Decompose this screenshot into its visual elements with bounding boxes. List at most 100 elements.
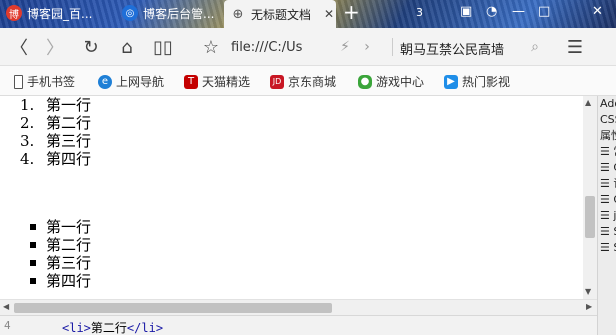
list-item-text: 第三行 <box>46 132 92 150</box>
tag-content: 第二行 <box>90 321 127 335</box>
list-item-text: 第二行 <box>46 114 92 132</box>
back-button[interactable]: 〈 <box>8 36 30 59</box>
devtools-side-panel: Ado CSS 属性 ☰ 常 ☰ C ☰ 语 ☰ G ☰ j ☰ S ☰ S <box>597 96 616 335</box>
close-tab-icon[interactable]: ✕ <box>324 7 334 21</box>
list-item-text: 第二行 <box>46 236 92 254</box>
tab-label: 无标题文档 <box>251 7 312 22</box>
tab-strip: 博 博客园_百... ◎ 博客后台管... ⊕ 无标题文档 ✕ + 3 ▣ ◔ … <box>0 0 616 28</box>
panel-row[interactable]: ☰ 语 <box>598 176 616 192</box>
list-number: 1. <box>20 96 35 114</box>
line-number: 4 <box>4 319 11 332</box>
tab-count: 3 <box>416 6 423 19</box>
jd-icon: JD <box>270 74 284 89</box>
scroll-down-arrow-icon[interactable]: ▼ <box>585 287 591 296</box>
bookmark-jd[interactable]: JD 京东商城 <box>270 73 336 90</box>
chevron-right-icon[interactable]: › <box>356 36 378 58</box>
home-button[interactable]: ⌂ <box>116 36 138 58</box>
divider <box>392 38 393 56</box>
bookmarks-bar: 手机书签 e 上网导航 T 天猫精选 JD 京东商城 ● 游戏中心 ▶ 热门影视 <box>0 66 616 96</box>
list-item-text: 第一行 <box>46 96 92 114</box>
bookmark-games[interactable]: ● 游戏中心 <box>358 73 424 90</box>
tab-list-icon[interactable]: ▣ <box>460 4 472 19</box>
skin-icon[interactable]: ◔ <box>486 4 497 19</box>
panel-row[interactable]: ☰ S <box>598 224 616 240</box>
scroll-right-arrow-icon[interactable]: ▶ <box>586 302 592 311</box>
search-icon[interactable]: ⌕ <box>524 36 546 58</box>
list-item: 第二行 <box>8 236 91 254</box>
tab-label: 博客后台管... <box>143 6 215 21</box>
minimize-button[interactable]: — <box>512 4 525 19</box>
refresh-button[interactable]: ↻ <box>80 36 102 58</box>
list-item: 3. 第三行 <box>8 132 91 150</box>
reading-mode-icon[interactable]: ▯▯ <box>152 36 174 58</box>
bookmark-videos[interactable]: ▶ 热门影视 <box>444 73 510 90</box>
panel-tab[interactable]: Ado <box>598 96 616 112</box>
close-tag: </li> <box>126 321 164 335</box>
panel-row[interactable]: ☰ 常 <box>598 144 616 160</box>
bookmark-label: 手机书签 <box>27 75 76 89</box>
bookmark-mobile[interactable]: 手机书签 <box>14 73 75 90</box>
phone-icon <box>14 74 23 89</box>
page-content: 1. 第一行 2. 第二行 3. 第三行 4. 第四行 第一行 第二行 第三行 第四行 <box>0 96 583 299</box>
bookmark-tmall[interactable]: T 天猫精选 <box>184 73 250 90</box>
panel-row[interactable]: ☰ S <box>598 240 616 256</box>
list-item-text: 第一行 <box>46 218 92 236</box>
open-tag: <li> <box>62 321 91 335</box>
list-item-text: 第三行 <box>46 254 92 272</box>
scroll-left-arrow-icon[interactable]: ◀ <box>3 302 9 311</box>
play-icon: ▶ <box>444 74 458 89</box>
cnblogs-admin-icon: ◎ <box>122 5 138 21</box>
tab-label: 博客园_百... <box>27 6 93 21</box>
new-tab-button[interactable]: + <box>343 2 360 22</box>
lightning-icon[interactable]: ⚡ <box>334 36 356 58</box>
list-item-text: 第四行 <box>46 272 92 290</box>
tab-blog-admin[interactable]: ◎ 博客后台管... <box>116 0 224 26</box>
panel-row[interactable]: ☰ G <box>598 192 616 208</box>
code-text: <li>第二行</li> <box>62 319 163 335</box>
panel-row[interactable]: ☰ C <box>598 160 616 176</box>
navigation-bar: 〈 〉 ↻ ⌂ ▯▯ ☆ file:///C:/Us ⚡ › 朝马互禁公民高墙 … <box>0 28 616 66</box>
list-item: 第四行 <box>8 272 91 290</box>
horizontal-scroll-thumb[interactable] <box>14 303 332 313</box>
scroll-up-arrow-icon[interactable]: ▲ <box>585 98 591 107</box>
bookmark-label: 天猫精选 <box>202 75 251 89</box>
bookmark-label: 热门影视 <box>462 75 511 89</box>
list-item: 第三行 <box>8 254 91 272</box>
bullet-icon <box>30 278 36 284</box>
favorite-star-icon[interactable]: ☆ <box>200 36 222 58</box>
vertical-scroll-thumb[interactable] <box>585 196 595 238</box>
code-editor-line[interactable]: 4 <li>第二行</li> <box>0 315 597 335</box>
ie-icon: e <box>98 74 112 89</box>
list-item: 4. 第四行 <box>8 150 91 168</box>
tmall-icon: T <box>184 74 198 89</box>
panel-tab[interactable]: CSS <box>598 112 616 128</box>
cnblogs-icon: 博 <box>6 5 22 21</box>
tab-untitled-document[interactable]: ⊕ 无标题文档 ✕ <box>224 0 336 28</box>
tab-blog-home[interactable]: 博 博客园_百... <box>0 0 108 26</box>
ordered-list: 1. 第一行 2. 第二行 3. 第三行 4. 第四行 <box>8 96 91 168</box>
bookmark-label: 游戏中心 <box>376 75 425 89</box>
bookmark-label: 京东商城 <box>288 75 337 89</box>
list-item: 1. 第一行 <box>8 96 91 114</box>
close-window-button[interactable]: ✕ <box>592 4 603 19</box>
bullet-icon <box>30 260 36 266</box>
search-box[interactable]: 朝马互禁公民高墙 <box>400 39 504 58</box>
list-item: 2. 第二行 <box>8 114 91 132</box>
menu-icon[interactable]: ☰ <box>564 36 586 58</box>
list-number: 4. <box>20 150 35 168</box>
panel-tab[interactable]: 属性 <box>598 128 616 144</box>
maximize-button[interactable]: □ <box>538 4 550 19</box>
list-number: 2. <box>20 114 35 132</box>
bookmark-navigation[interactable]: e 上网导航 <box>98 73 164 90</box>
bullet-icon <box>30 224 36 230</box>
list-item: 第一行 <box>8 218 91 236</box>
bookmark-label: 上网导航 <box>116 75 165 89</box>
forward-button[interactable]: 〉 <box>44 36 66 59</box>
unordered-list: 第一行 第二行 第三行 第四行 <box>8 218 91 290</box>
list-number: 3. <box>20 132 35 150</box>
globe-icon: ⊕ <box>232 6 244 22</box>
gamepad-icon: ● <box>358 74 372 89</box>
address-bar[interactable]: file:///C:/Us <box>231 40 302 55</box>
panel-row[interactable]: ☰ j <box>598 208 616 224</box>
bullet-icon <box>30 242 36 248</box>
